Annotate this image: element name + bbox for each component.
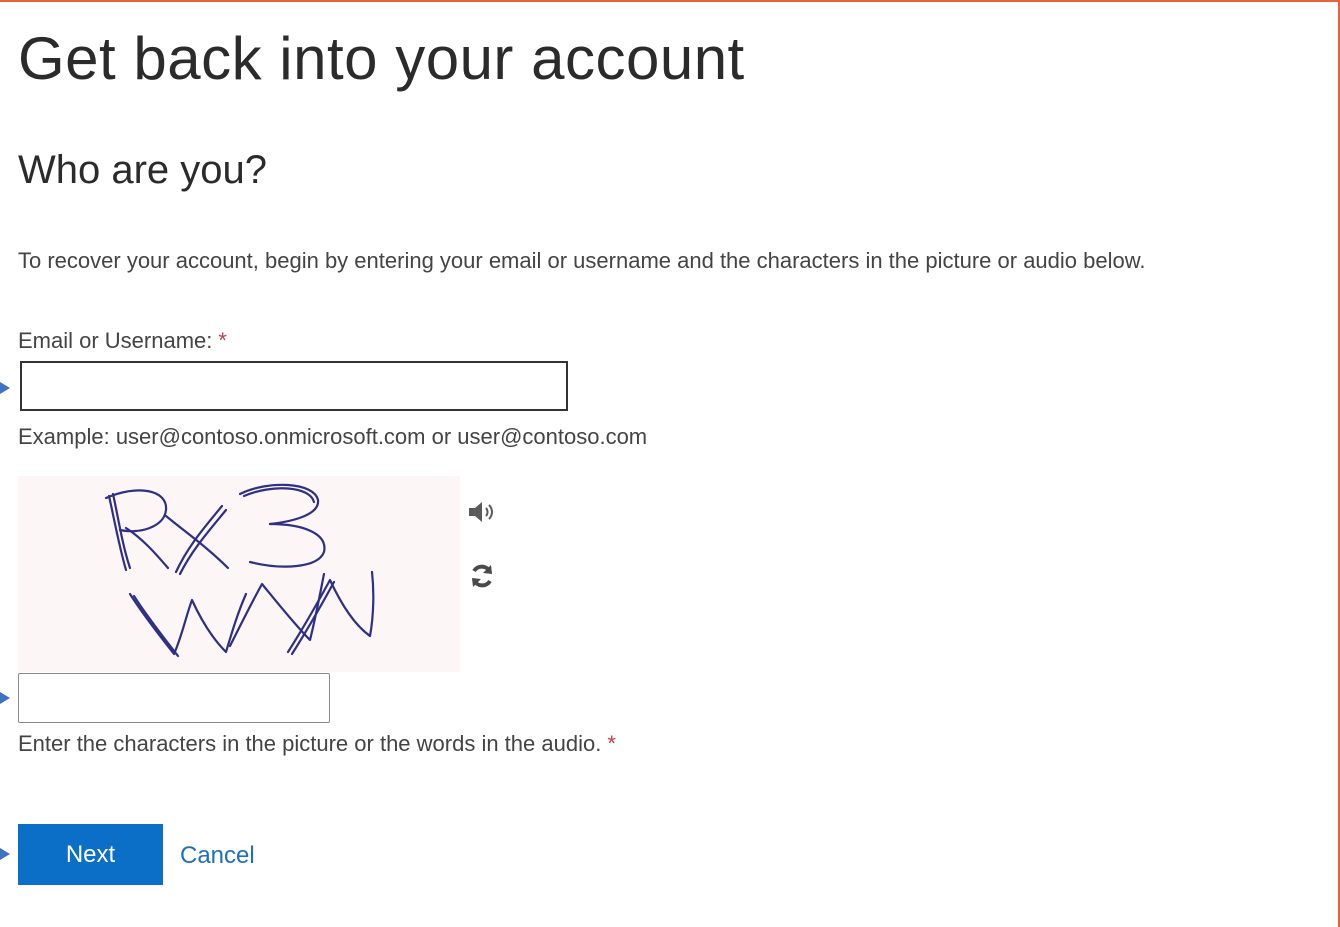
next-button[interactable]: Next xyxy=(18,824,163,885)
annotation-arrow-email xyxy=(0,382,10,394)
email-label: Email or Username: * xyxy=(18,328,227,354)
annotation-arrow-captcha xyxy=(0,692,10,704)
refresh-icon[interactable] xyxy=(466,560,498,592)
cancel-link[interactable]: Cancel xyxy=(180,842,255,870)
refresh-icon-graphic xyxy=(472,564,492,588)
captcha-drawing xyxy=(104,483,375,658)
required-marker: * xyxy=(607,731,616,756)
page-frame: Get back into your account Who are you? … xyxy=(0,0,1340,927)
intro-text: To recover your account, begin by enteri… xyxy=(18,248,1146,273)
captcha-hint-text: Enter the characters in the picture or t… xyxy=(18,731,602,756)
email-field[interactable] xyxy=(20,361,568,411)
captcha-input[interactable] xyxy=(18,673,330,723)
email-label-text: Email or Username: xyxy=(18,328,213,353)
captcha-hint: Enter the characters in the picture or t… xyxy=(18,731,616,757)
captcha-image xyxy=(18,476,460,672)
speaker-icon[interactable] xyxy=(466,496,498,528)
email-example-text: Example: user@contoso.onmicrosoft.com or… xyxy=(18,424,648,449)
speaker-icon-graphic xyxy=(469,502,493,522)
annotation-arrow-next xyxy=(0,848,10,860)
page-subtitle: Who are you? xyxy=(18,148,268,192)
page-title: Get back into your account xyxy=(18,25,745,92)
required-marker: * xyxy=(218,328,227,353)
